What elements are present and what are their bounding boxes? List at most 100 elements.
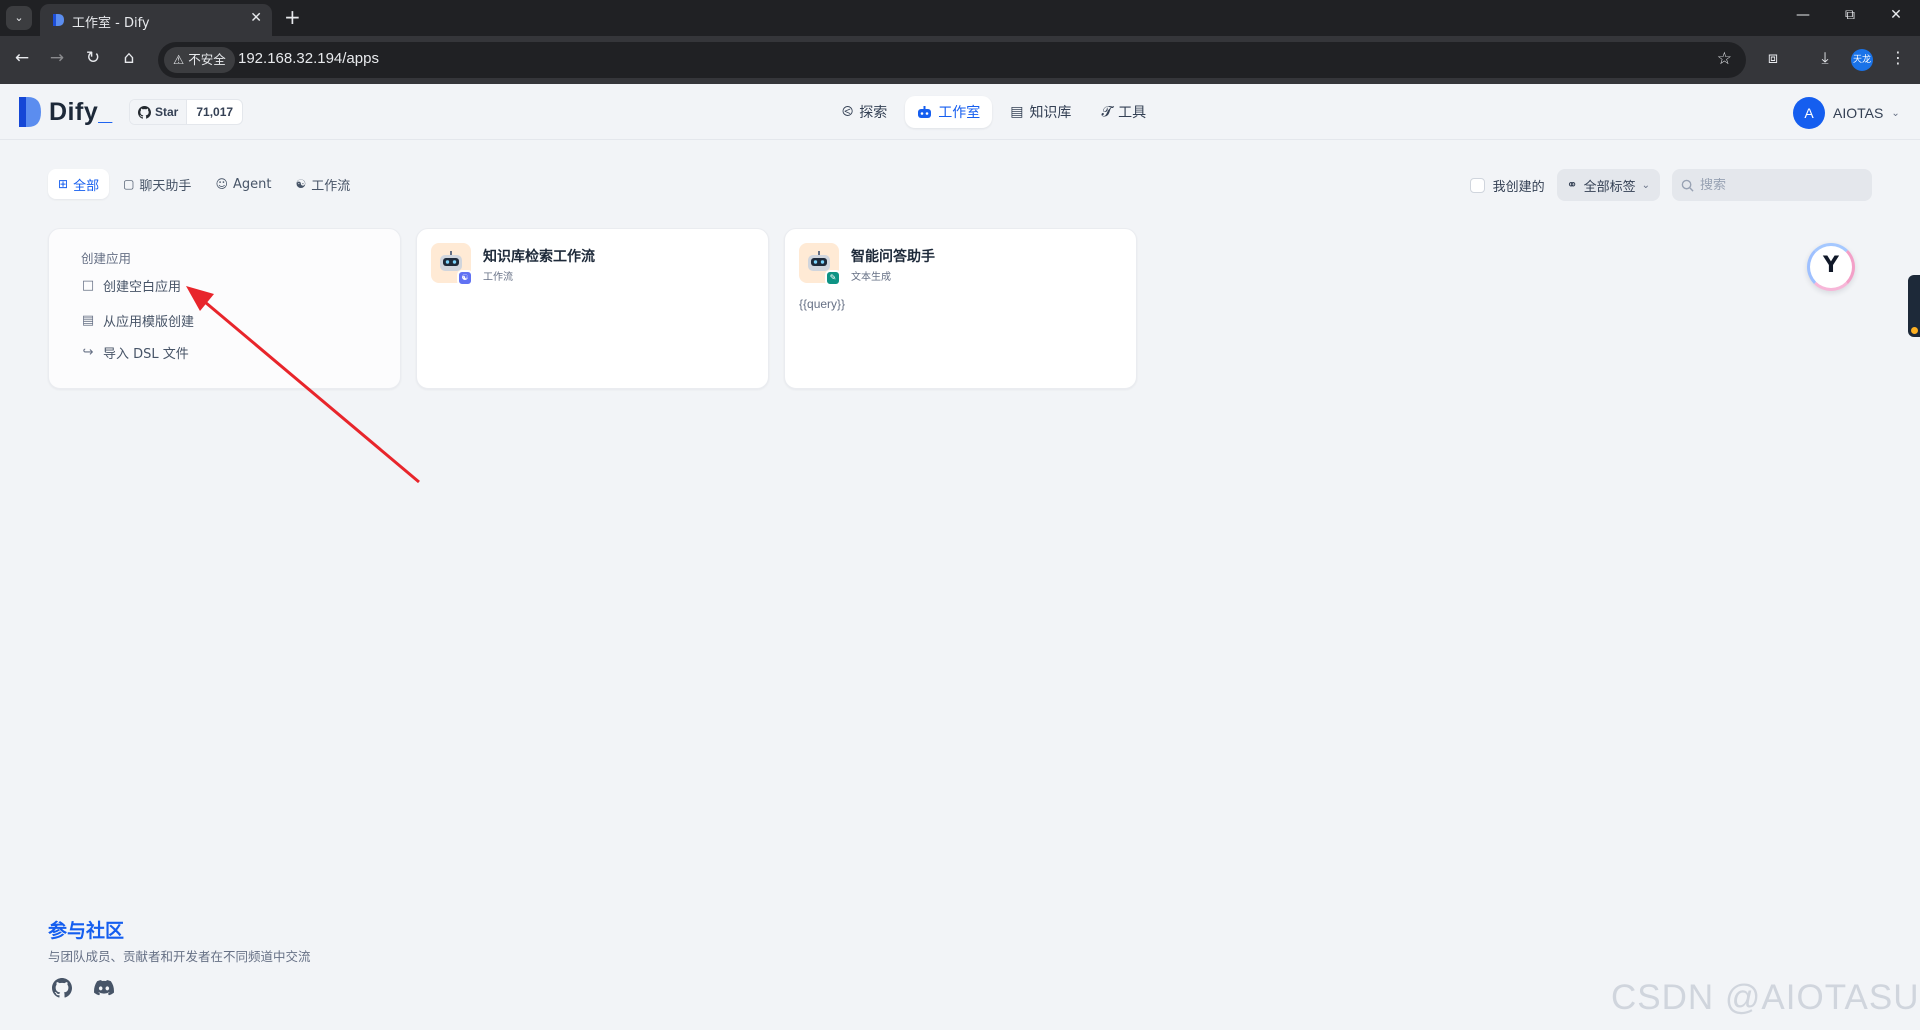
create-blank-app-label: 创建空白应用 (103, 280, 182, 295)
annotation-arrow (186, 286, 420, 484)
nav-explore[interactable]: ⧀ 探索 (830, 96, 899, 128)
grid-icon: ⊞ (58, 177, 69, 191)
create-from-template-label: 从应用模版创建 (103, 315, 195, 330)
app-header: Dify_ Star 71,017 ⧀ 探索 工作室 ▤ 知识库 𝓣 工具 A … (0, 84, 1920, 140)
account-menu[interactable]: A AIOTAS ⌄ (1793, 97, 1900, 129)
dify-logo-mark-icon (19, 97, 41, 127)
community-subtitle: 与团队成员、贡献者和开发者在不同频道中交流 (48, 949, 311, 964)
bookmark-star-icon[interactable]: ☆ (1717, 49, 1732, 69)
agent-icon: ☺ (215, 177, 228, 191)
create-app-title: 创建应用 (81, 251, 132, 266)
tab-workflow-label: 工作流 (311, 178, 351, 194)
text-generation-badge-icon: ✎ (825, 270, 841, 286)
hammer-icon: 𝓣 (1101, 104, 1113, 120)
app-card[interactable]: ✎ 智能问答助手 文本生成 {{query}} (784, 228, 1137, 389)
app-type: 工作流 (483, 272, 513, 283)
warning-triangle-icon: ⚠ (173, 52, 185, 67)
app-card[interactable]: ☯ 知识库检索工作流 工作流 (416, 228, 769, 389)
app-type: 文本生成 (851, 272, 891, 283)
github-icon (138, 105, 151, 119)
nav-tools[interactable]: 𝓣 工具 (1089, 96, 1158, 128)
filter-controls: 我创建的 ⚭ 全部标签 ⌄ (1469, 169, 1872, 201)
github-star-button[interactable]: Star 71,017 (129, 99, 244, 125)
community-title: 参与社区 (48, 920, 125, 942)
status-dot (1911, 327, 1918, 334)
side-panel-handle[interactable] (1908, 275, 1920, 337)
nav-knowledge-label: 知识库 (1029, 105, 1072, 121)
search-icon (1681, 179, 1694, 192)
github-star-label: Star (155, 105, 179, 119)
tag-icon: ⚭ (1566, 177, 1578, 193)
created-by-me-checkbox[interactable] (1469, 177, 1485, 193)
extensions-puzzle-icon[interactable]: ⧈ (1761, 48, 1785, 68)
tab-search-chevron-icon[interactable]: ⌄ (6, 6, 32, 30)
created-by-me-toggle[interactable]: 我创建的 (1469, 176, 1545, 195)
app-description: {{query}} (799, 297, 846, 311)
chevron-down-icon: ⌄ (1891, 107, 1900, 119)
book-icon: ▤ (1010, 104, 1024, 120)
search-input[interactable] (1700, 177, 1860, 193)
chat-icon: ▢ (123, 177, 135, 191)
forward-arrow-icon[interactable]: → (45, 48, 69, 68)
restore-icon[interactable]: ⧉ (1838, 7, 1862, 23)
app-type-tabs: ⊞ 全部 ▢ 聊天助手 ☺ Agent ☯ 工作流 (48, 169, 360, 199)
app-name: 智能问答助手 (851, 249, 935, 265)
tab-agent[interactable]: ☺ Agent (205, 169, 281, 199)
tab-title: 工作室 - Dify (72, 16, 150, 31)
new-tab-plus-icon[interactable]: + (284, 5, 301, 29)
compass-icon: ⧀ (842, 104, 854, 120)
nav-knowledge[interactable]: ▤ 知识库 (998, 96, 1083, 128)
robot-icon (918, 105, 932, 118)
url-text[interactable]: 192.168.32.194/apps (238, 50, 379, 67)
chatbot-bubble-icon[interactable]: Y (1807, 243, 1855, 291)
logo-suffix: _ (98, 98, 113, 126)
import-dsl-label: 导入 DSL 文件 (103, 347, 189, 362)
template-icon: ▤ (81, 313, 95, 328)
app-name: 知识库检索工作流 (483, 249, 595, 265)
tab-agent-label: Agent (232, 176, 272, 192)
browser-tab-active[interactable]: 工作室 - Dify ✕ (40, 4, 272, 36)
address-bar[interactable]: ⚠ 不安全 192.168.32.194/apps ☆ (158, 42, 1746, 78)
github-star-count: 71,017 (196, 105, 234, 119)
workflow-badge-icon: ☯ (457, 270, 473, 286)
community-links (52, 978, 114, 998)
tab-chat-label: 聊天助手 (139, 178, 192, 194)
profile-avatar[interactable]: 天龙 (1851, 49, 1873, 71)
minimize-icon[interactable]: — (1791, 7, 1815, 23)
reload-icon[interactable]: ↻ (81, 48, 105, 68)
create-app-card: 创建应用 □ 创建空白应用 ▤ 从应用模版创建 ↪ 导入 DSL 文件 (48, 228, 401, 389)
tab-close-icon[interactable]: ✕ (250, 10, 262, 26)
tags-filter-label: 全部标签 (1583, 179, 1636, 195)
site-info-chip[interactable]: ⚠ 不安全 (164, 47, 235, 73)
tags-filter-select[interactable]: ⚭ 全部标签 ⌄ (1556, 169, 1660, 201)
account-name: AIOTAS (1833, 105, 1884, 121)
download-icon[interactable]: ⤓ (1813, 48, 1837, 68)
search-box[interactable] (1672, 169, 1872, 201)
create-from-template-button[interactable]: ▤ 从应用模版创建 (81, 311, 194, 330)
tab-all[interactable]: ⊞ 全部 (48, 169, 110, 199)
created-by-me-label: 我创建的 (1492, 179, 1545, 195)
dify-favicon-icon (53, 14, 64, 26)
logo-text: Dify (49, 98, 99, 126)
app-avatar: ✎ (799, 243, 841, 286)
home-icon[interactable]: ⌂ (117, 48, 141, 68)
chevron-down-icon: ⌄ (1641, 179, 1650, 191)
create-blank-app-button[interactable]: □ 创建空白应用 (81, 276, 181, 295)
avatar: A (1793, 97, 1825, 129)
nav-tools-label: 工具 (1118, 105, 1147, 121)
window-close-icon[interactable]: ✕ (1884, 7, 1908, 23)
tab-all-label: 全部 (73, 178, 100, 194)
workflow-icon: ☯ (295, 177, 307, 191)
github-icon[interactable] (52, 978, 72, 998)
back-arrow-icon[interactable]: ← (10, 48, 34, 68)
browser-menu-kebab-icon[interactable]: ⋮ (1886, 48, 1910, 67)
blank-file-icon: □ (81, 278, 95, 293)
tab-chat-assistant[interactable]: ▢ 聊天助手 (113, 169, 201, 199)
import-icon: ↪ (82, 345, 94, 360)
import-dsl-button[interactable]: ↪ 导入 DSL 文件 (81, 343, 189, 362)
browser-toolbar: ← → ↻ ⌂ ⚠ 不安全 192.168.32.194/apps ☆ ⧈ ⤓ … (0, 36, 1920, 84)
tab-workflow[interactable]: ☯ 工作流 (285, 169, 360, 199)
main-nav: ⧀ 探索 工作室 ▤ 知识库 𝓣 工具 (830, 96, 1158, 128)
discord-icon[interactable] (94, 978, 114, 998)
nav-studio[interactable]: 工作室 (905, 96, 993, 128)
